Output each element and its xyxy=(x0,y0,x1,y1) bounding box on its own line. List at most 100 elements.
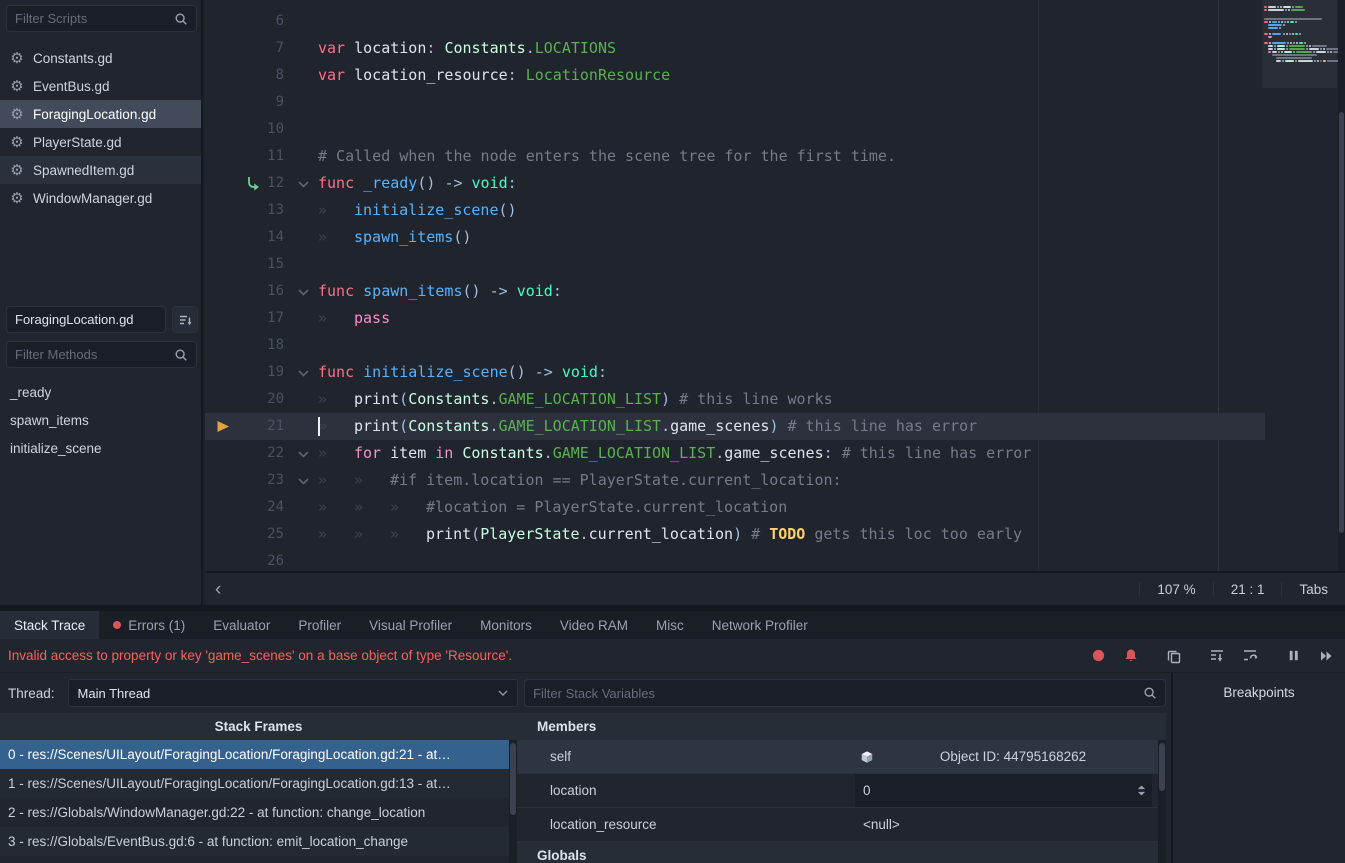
debugger-tab-visual-profiler[interactable]: Visual Profiler xyxy=(355,611,466,639)
code-line-22[interactable]: 22»for item in Constants.GAME_LOCATION_L… xyxy=(205,440,1265,467)
fold-chevron-icon[interactable] xyxy=(298,370,309,377)
code-line-20[interactable]: 20»print(Constants.GAME_LOCATION_LIST) #… xyxy=(205,386,1265,413)
script-list-item[interactable]: ⚙WindowManager.gd xyxy=(0,184,201,212)
indent-type[interactable]: Tabs xyxy=(1281,582,1345,597)
continue-button[interactable] xyxy=(1315,645,1337,667)
code-line-16[interactable]: 16func spawn_items() -> void: xyxy=(205,278,1265,305)
code-line-6[interactable]: 6 xyxy=(205,8,1265,35)
fold-chevron-icon[interactable] xyxy=(298,181,309,188)
stack-frames-scrollbar[interactable] xyxy=(509,740,517,863)
code-line-13[interactable]: 13»initialize_scene() xyxy=(205,197,1265,224)
gutter[interactable]: 17 xyxy=(205,305,318,332)
code-line-17[interactable]: 17»pass xyxy=(205,305,1265,332)
line-number[interactable]: 26 xyxy=(205,548,284,571)
code-line-12[interactable]: 12func _ready() -> void: xyxy=(205,170,1265,197)
script-list-item[interactable]: ⚙PlayerState.gd xyxy=(0,128,201,156)
code-line-25[interactable]: 25»»»print(PlayerState.current_location)… xyxy=(205,521,1265,548)
code-line-26[interactable]: 26 xyxy=(205,548,1265,571)
gutter[interactable]: 6 xyxy=(205,8,318,35)
cursor-position[interactable]: 21 : 1 xyxy=(1213,582,1282,597)
scrollbar-thumb[interactable] xyxy=(510,743,516,815)
gutter[interactable]: 20 xyxy=(205,386,318,413)
debugger-tab-profiler[interactable]: Profiler xyxy=(284,611,355,639)
line-number[interactable]: 21 xyxy=(205,413,284,440)
method-list-item[interactable]: initialize_scene xyxy=(0,435,201,463)
script-list-item[interactable]: ⚙SpawnedItem.gd xyxy=(0,156,201,184)
step-over-button[interactable] xyxy=(1239,645,1261,667)
line-number[interactable]: 17 xyxy=(205,305,284,332)
gutter[interactable]: 26 xyxy=(205,548,318,571)
line-number[interactable]: 8 xyxy=(205,62,284,89)
gutter[interactable]: 11 xyxy=(205,143,318,170)
debugger-tab-video-ram[interactable]: Video RAM xyxy=(546,611,642,639)
debugger-tab-stack-trace[interactable]: Stack Trace xyxy=(0,611,99,639)
code-line-18[interactable]: 18 xyxy=(205,332,1265,359)
method-list-item[interactable]: _ready xyxy=(0,379,201,407)
break-button[interactable] xyxy=(1282,645,1304,667)
code-line-11[interactable]: 11# Called when the node enters the scen… xyxy=(205,143,1265,170)
line-number[interactable]: 22 xyxy=(205,440,284,467)
scroll-left-icon[interactable]: ‹ xyxy=(215,580,221,599)
skip-breakpoints-button[interactable] xyxy=(1087,645,1109,667)
minimap[interactable] xyxy=(1262,0,1337,88)
gutter[interactable]: 18 xyxy=(205,332,318,359)
filter-methods-input[interactable]: Filter Methods xyxy=(6,341,197,368)
filter-stack-variables-input[interactable]: Filter Stack Variables xyxy=(524,679,1166,707)
gutter[interactable]: 25 xyxy=(205,521,318,548)
line-number[interactable]: 24 xyxy=(205,494,284,521)
stack-frame-row[interactable]: 2 - res://Globals/WindowManager.gd:22 - … xyxy=(0,798,509,827)
line-number[interactable]: 14 xyxy=(205,224,284,251)
line-number[interactable]: 13 xyxy=(205,197,284,224)
line-number[interactable]: 11 xyxy=(205,143,284,170)
code-editor[interactable]: 67var location: Constants.LOCATIONS8var … xyxy=(205,0,1345,571)
copy-error-button[interactable] xyxy=(1163,645,1185,667)
thread-dropdown[interactable]: Main Thread xyxy=(68,679,519,707)
members-scrollbar[interactable] xyxy=(1158,740,1166,863)
gutter[interactable]: 14 xyxy=(205,224,318,251)
member-value[interactable]: <null> xyxy=(855,808,1152,841)
line-number[interactable]: 16 xyxy=(205,278,284,305)
line-number[interactable]: 6 xyxy=(205,8,284,35)
code-line-9[interactable]: 9 xyxy=(205,89,1265,116)
member-row-location_resource[interactable]: location_resource<null> xyxy=(517,808,1166,842)
gutter[interactable]: 10 xyxy=(205,116,318,143)
stack-frame-row[interactable]: 0 - res://Scenes/UILayout/ForagingLocati… xyxy=(0,740,509,769)
member-row-location[interactable]: location0 xyxy=(517,774,1166,808)
scrollbar-thumb[interactable] xyxy=(1159,743,1165,791)
gutter[interactable]: 13 xyxy=(205,197,318,224)
stack-frame-row[interactable]: 1 - res://Scenes/UILayout/ForagingLocati… xyxy=(0,769,509,798)
gutter[interactable]: 23 xyxy=(205,467,318,494)
script-list-item[interactable]: ⚙Constants.gd xyxy=(0,44,201,72)
gutter[interactable]: 21 xyxy=(205,413,318,440)
code-line-7[interactable]: 7var location: Constants.LOCATIONS xyxy=(205,35,1265,62)
member-row-self[interactable]: selfObject ID: 44795168262 xyxy=(517,740,1166,774)
current-script-field[interactable]: ForagingLocation.gd xyxy=(6,306,166,333)
fold-chevron-icon[interactable] xyxy=(298,478,309,485)
gutter[interactable]: 16 xyxy=(205,278,318,305)
zoom-level[interactable]: 107 % xyxy=(1139,582,1212,597)
gutter[interactable]: 19 xyxy=(205,359,318,386)
line-number[interactable]: 12 xyxy=(205,170,284,197)
editor-vertical-scrollbar[interactable] xyxy=(1338,0,1345,571)
spinner-updown-icon[interactable] xyxy=(1136,784,1147,797)
debugger-tab-errors-1-[interactable]: Errors (1) xyxy=(99,611,199,639)
line-number[interactable]: 18 xyxy=(205,332,284,359)
gutter[interactable]: 15 xyxy=(205,251,318,278)
code-line-19[interactable]: 19func initialize_scene() -> void: xyxy=(205,359,1265,386)
debugger-tab-network-profiler[interactable]: Network Profiler xyxy=(698,611,822,639)
gutter[interactable]: 12 xyxy=(205,170,318,197)
script-list-item[interactable]: ⚙EventBus.gd xyxy=(0,72,201,100)
line-number[interactable]: 15 xyxy=(205,251,284,278)
debugger-tab-evaluator[interactable]: Evaluator xyxy=(199,611,284,639)
debugger-tab-misc[interactable]: Misc xyxy=(642,611,698,639)
gutter[interactable]: 9 xyxy=(205,89,318,116)
fold-chevron-icon[interactable] xyxy=(298,289,309,296)
code-line-23[interactable]: 23»»#if item.location == PlayerState.cur… xyxy=(205,467,1265,494)
step-into-button[interactable] xyxy=(1206,645,1228,667)
line-number[interactable]: 25 xyxy=(205,521,284,548)
line-number[interactable]: 10 xyxy=(205,116,284,143)
code-line-8[interactable]: 8var location_resource: LocationResource xyxy=(205,62,1265,89)
line-number[interactable]: 9 xyxy=(205,89,284,116)
ignore-error-breaks-button[interactable] xyxy=(1120,645,1142,667)
code-line-24[interactable]: 24»»»#location = PlayerState.current_loc… xyxy=(205,494,1265,521)
